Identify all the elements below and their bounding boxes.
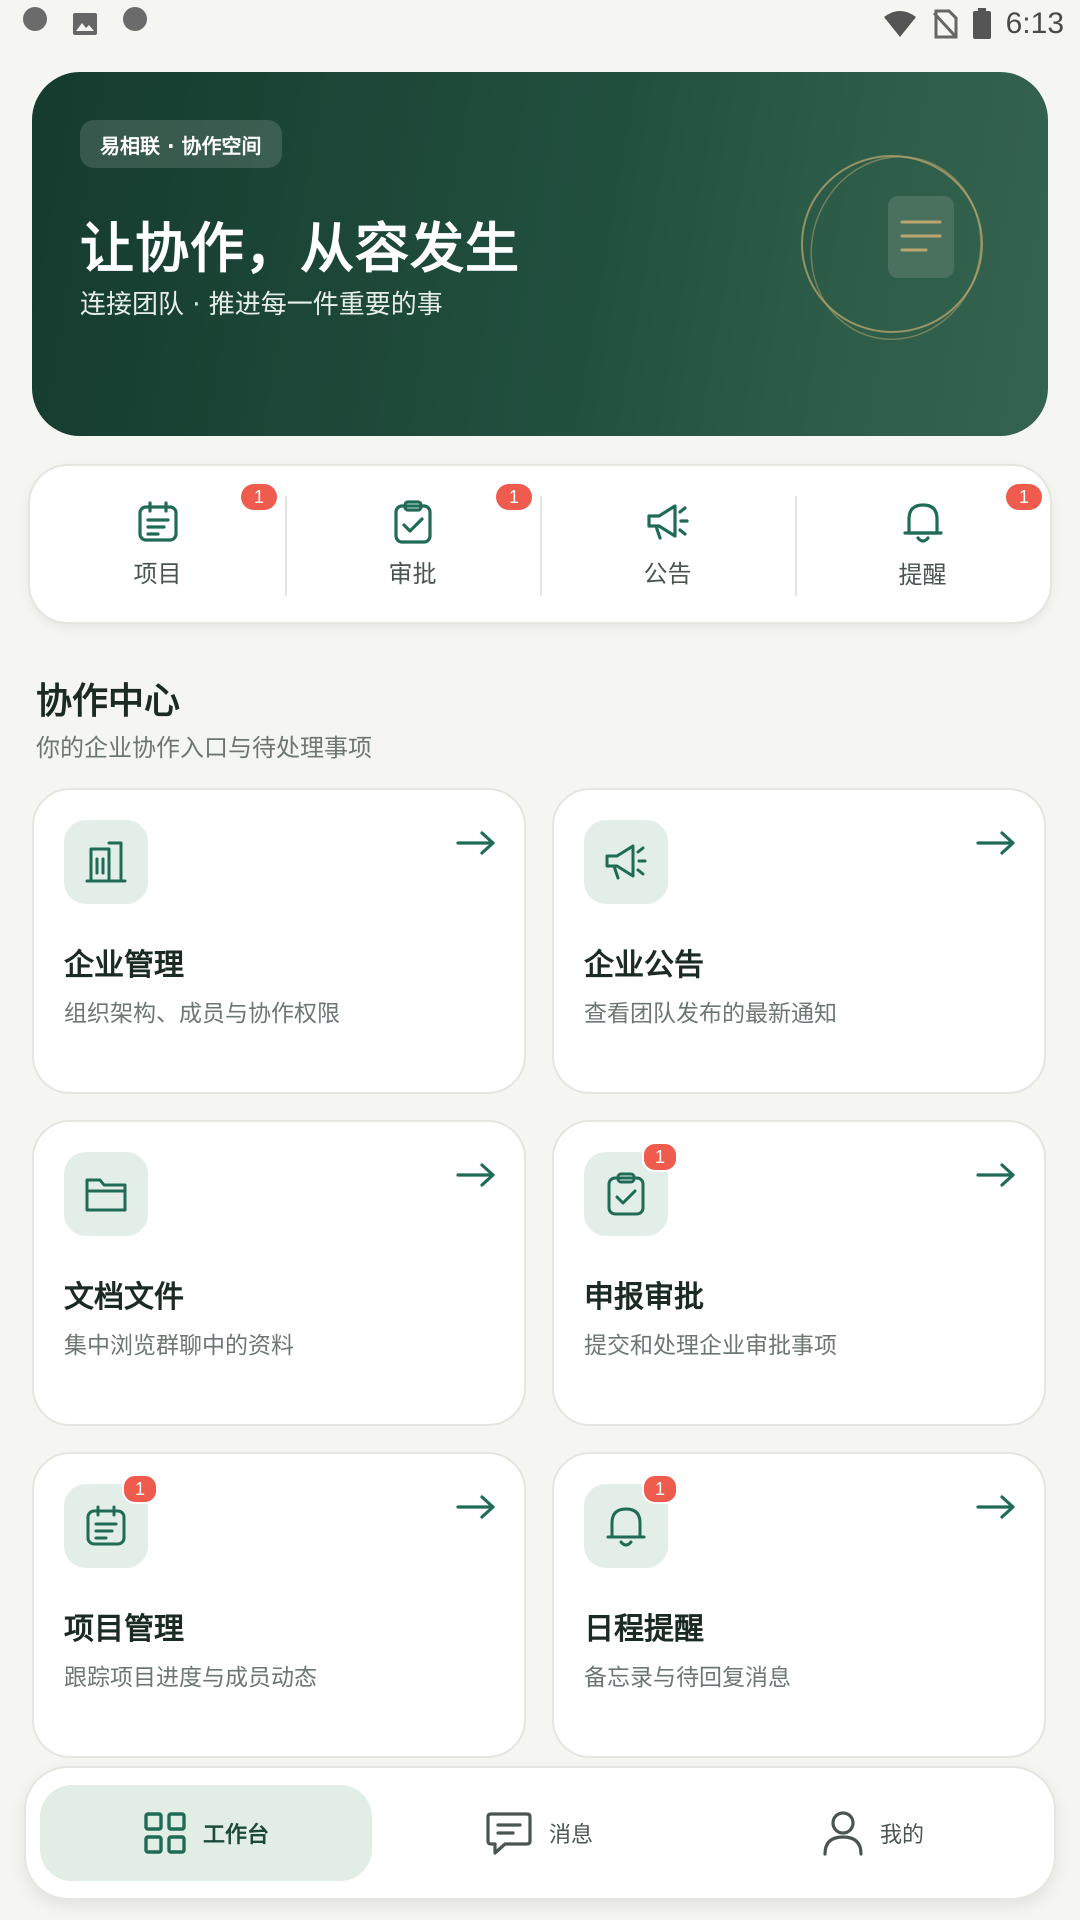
arrow-right-icon — [456, 831, 495, 855]
no-sim-icon — [932, 9, 958, 39]
quick-actions-bar: 项目 1 审批 1 公告 提醒 1 — [28, 464, 1052, 624]
arrow-right-icon — [456, 1163, 495, 1187]
arrow-right-icon — [456, 1495, 495, 1519]
document-ring-icon — [801, 155, 983, 341]
card-enterprise-announcement[interactable]: 企业公告 查看团队发布的最新通知 — [552, 788, 1046, 1094]
nav-tab-me[interactable]: 我的 — [706, 1785, 1040, 1881]
card-description: 查看团队发布的最新通知 — [584, 1001, 837, 1027]
quick-item-reminder[interactable]: 提醒 1 — [795, 466, 1050, 622]
quick-item-label: 项目 — [133, 559, 182, 588]
unread-badge: 1 — [122, 1474, 158, 1504]
card-description: 跟踪项目进度与成员动态 — [64, 1665, 317, 1691]
card-title: 企业管理 — [64, 948, 184, 983]
unread-badge: 1 — [241, 484, 277, 510]
message-icon — [486, 1812, 532, 1855]
building-icon — [85, 841, 127, 883]
clipboard-check-icon — [607, 1172, 645, 1216]
unread-badge: 1 — [642, 1142, 678, 1172]
hero-banner: 易相联 · 协作空间 让协作，从容发生 连接团队 · 推进每一件重要的事 — [32, 72, 1048, 436]
battery-icon — [972, 8, 991, 39]
nav-tab-messages[interactable]: 消息 — [372, 1785, 706, 1881]
bell-icon — [606, 1507, 646, 1547]
quick-item-announcement[interactable]: 公告 — [540, 466, 795, 622]
card-title: 申报审批 — [584, 1280, 704, 1315]
hero-subtitle: 连接团队 · 推进每一件重要的事 — [80, 290, 443, 320]
app-logo-icon — [20, 7, 50, 41]
hero-title: 让协作，从容发生 — [80, 217, 520, 280]
wifi-icon — [883, 11, 916, 37]
quick-item-label: 公告 — [643, 559, 692, 588]
card-description: 备忘录与待回复消息 — [584, 1665, 791, 1691]
nav-label: 消息 — [548, 1823, 593, 1848]
quick-item-approval[interactable]: 审批 1 — [285, 466, 540, 622]
calendar-list-icon — [86, 1505, 126, 1546]
unread-badge: 1 — [496, 484, 532, 510]
card-description: 提交和处理企业审批事项 — [584, 1333, 837, 1359]
status-bar: 6:13 — [0, 0, 1080, 48]
calendar-list-icon — [137, 500, 178, 542]
grid-icon — [144, 1812, 186, 1854]
quick-item-label: 审批 — [388, 559, 437, 588]
nav-label: 工作台 — [202, 1823, 269, 1848]
card-documents[interactable]: 文档文件 集中浏览群聊中的资料 — [32, 1120, 526, 1426]
megaphone-icon — [646, 503, 689, 540]
card-title: 企业公告 — [584, 948, 704, 983]
arrow-right-icon — [976, 1163, 1015, 1187]
quick-item-project[interactable]: 项目 1 — [30, 466, 285, 622]
bottom-nav: 工作台 消息 我的 — [24, 1766, 1056, 1900]
card-title: 文档文件 — [64, 1280, 184, 1315]
status-time: 6:13 — [1005, 7, 1064, 40]
megaphone-icon — [605, 844, 647, 880]
card-project-management[interactable]: 1 项目管理 跟踪项目进度与成员动态 — [32, 1452, 526, 1758]
image-icon — [73, 13, 97, 35]
card-description: 组织架构、成员与协作权限 — [64, 1001, 340, 1027]
card-title: 项目管理 — [64, 1612, 184, 1647]
section-title: 协作中心 — [36, 681, 181, 722]
nav-label: 我的 — [879, 1823, 924, 1848]
user-icon — [823, 1811, 863, 1856]
hero-tag: 易相联 · 协作空间 — [80, 120, 282, 168]
bell-icon — [902, 502, 943, 543]
card-title: 日程提醒 — [584, 1612, 704, 1647]
quick-item-label: 提醒 — [898, 560, 947, 589]
folder-icon — [85, 1178, 127, 1212]
arrow-right-icon — [976, 831, 1015, 855]
card-enterprise-management[interactable]: 企业管理 组织架构、成员与协作权限 — [32, 788, 526, 1094]
app-logo-icon — [120, 7, 150, 41]
arrow-right-icon — [976, 1495, 1015, 1519]
nav-tab-workbench[interactable]: 工作台 — [40, 1785, 372, 1881]
card-approval[interactable]: 1 申报审批 提交和处理企业审批事项 — [552, 1120, 1046, 1426]
unread-badge: 1 — [1006, 484, 1042, 510]
card-schedule-reminder[interactable]: 1 日程提醒 备忘录与待回复消息 — [552, 1452, 1046, 1758]
section-subtitle: 你的企业协作入口与待处理事项 — [36, 734, 372, 762]
unread-badge: 1 — [642, 1474, 678, 1504]
card-description: 集中浏览群聊中的资料 — [64, 1333, 294, 1359]
clipboard-check-icon — [393, 499, 432, 544]
